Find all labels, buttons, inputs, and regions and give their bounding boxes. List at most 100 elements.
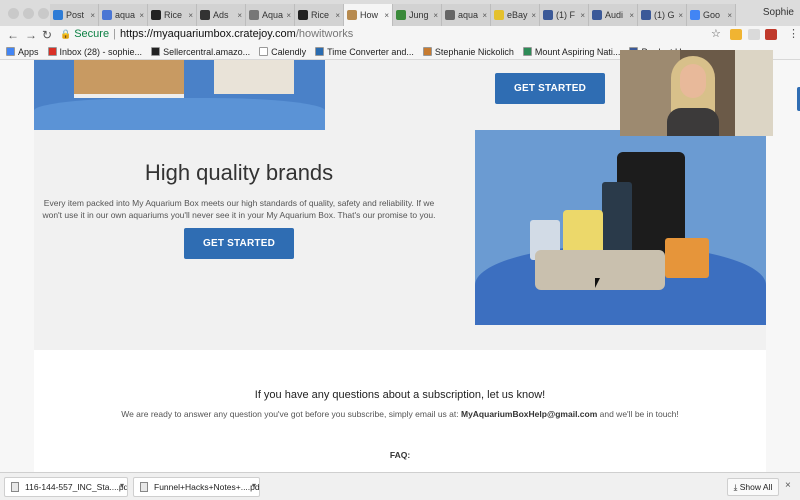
bookmark-favicon-icon — [151, 47, 161, 56]
browser-tab[interactable]: Audi × — [589, 4, 638, 26]
tab-label: Aqua — [262, 10, 284, 20]
close-downloads-icon[interactable]: × — [785, 480, 791, 491]
show-all-downloads-button[interactable]: ⤓ Show All — [727, 478, 779, 496]
browser-tab[interactable]: Rice × — [295, 4, 344, 26]
tab-label: Ads — [213, 10, 229, 20]
get-started-button[interactable]: GET STARTED — [184, 228, 294, 259]
bookmark-item[interactable]: Inbox (28) - sophie... — [47, 46, 143, 57]
favicon-icon — [249, 10, 259, 20]
reload-icon: ↻ — [41, 28, 53, 42]
tab-label: Audi — [605, 10, 624, 20]
close-tab-icon[interactable]: × — [384, 11, 389, 20]
bookmark-label: Inbox (28) - sophie... — [59, 46, 143, 57]
contact-email[interactable]: MyAquariumBoxHelp@gmail.com — [461, 409, 597, 419]
close-tab-icon[interactable]: × — [580, 11, 585, 20]
close-tab-icon[interactable]: × — [139, 11, 144, 20]
browser-tab[interactable]: Goo × — [687, 4, 736, 26]
box-packaging-image — [34, 60, 325, 130]
close-tab-icon[interactable]: × — [433, 11, 438, 20]
tab-label: aqua — [115, 10, 136, 20]
download-item[interactable]: Funnel+Hacks+Notes+....pdf ▾ — [133, 477, 260, 497]
favicon-icon — [347, 10, 357, 20]
download-item[interactable]: 116-144-557_INC_Sta....pdf ▾ — [4, 477, 128, 497]
browser-tab[interactable]: Aqua × — [246, 4, 295, 26]
close-tab-icon[interactable]: × — [237, 11, 242, 20]
close-tab-icon[interactable]: × — [482, 11, 487, 20]
close-tab-icon[interactable]: × — [678, 11, 683, 20]
downloads-bar: 116-144-557_INC_Sta....pdf ▾ Funnel+Hack… — [0, 472, 800, 500]
address-bar[interactable]: 🔒 Secure | https://myaquariumbox.cratejoy.c… — [60, 26, 710, 43]
browser-tab[interactable]: Ads × — [197, 4, 246, 26]
download-filename: Funnel+Hacks+Notes+....pdf — [154, 482, 260, 492]
browser-tab[interactable]: Jung × — [393, 4, 442, 26]
mouse-cursor-icon — [595, 278, 605, 288]
browser-menu-icon[interactable]: ⋮ — [788, 27, 799, 40]
bookmark-label: Time Converter and... — [327, 46, 414, 57]
bookmark-favicon-icon — [522, 47, 532, 56]
tab-label: Rice — [311, 10, 330, 20]
bookmark-item[interactable]: Sellercentral.amazo... — [151, 47, 250, 57]
close-tab-icon[interactable]: × — [90, 11, 95, 20]
profile-name[interactable]: Sophie — [763, 7, 794, 18]
tabs-container: Post × aqua × Rice × Ads × Aqua × Rice × How × Jung × aq… — [50, 4, 736, 26]
close-tab-icon[interactable]: × — [188, 11, 193, 20]
browser-tab[interactable]: (1) F × — [540, 4, 589, 26]
tab-label: (1) F — [556, 10, 575, 20]
favicon-icon — [53, 10, 63, 20]
bookmark-favicon-icon — [259, 47, 269, 56]
tab-label: Post — [66, 10, 85, 20]
forward-button[interactable]: → — [24, 27, 38, 43]
extension-icon[interactable] — [748, 29, 760, 40]
url-host: https://myaquariumbox.cratejoy.com — [119, 28, 296, 40]
chevron-down-icon[interactable]: ▾ — [120, 481, 124, 490]
back-arrow-icon: ← — [7, 28, 19, 42]
browser-tab[interactable]: aqua × — [442, 4, 491, 26]
bookmark-label: Stephanie Nickolich — [434, 46, 514, 57]
browser-tab[interactable]: eBay × — [491, 4, 540, 26]
favicon-icon — [298, 10, 308, 20]
tab-strip: Post × aqua × Rice × Ads × Aqua × Rice × How × Jung × aq… — [0, 0, 800, 26]
browser-tab[interactable]: How × — [344, 4, 393, 26]
back-button[interactable]: ← — [6, 27, 20, 43]
window-close-button[interactable] — [8, 8, 19, 19]
bookmark-favicon-icon — [6, 47, 15, 56]
bookmark-item[interactable]: Stephanie Nickolich — [422, 46, 514, 57]
pdf-file-icon — [11, 482, 19, 492]
close-tab-icon[interactable]: × — [629, 11, 634, 20]
bookmark-label: Mount Aspiring Nati... — [534, 46, 621, 57]
url-path: /howitworks — [295, 28, 354, 40]
favicon-icon — [151, 10, 161, 20]
favicon-icon — [641, 10, 651, 20]
section-heading: High quality brands — [144, 160, 334, 185]
extension-icon[interactable] — [730, 29, 742, 40]
bookmark-favicon-icon — [47, 47, 57, 56]
tab-label: eBay — [507, 10, 528, 20]
close-tab-icon[interactable]: × — [335, 11, 340, 20]
close-tab-icon[interactable]: × — [727, 11, 732, 20]
tab-label: How — [360, 10, 379, 20]
secure-label: Secure — [74, 28, 110, 40]
reload-button[interactable]: ↻ — [40, 27, 54, 43]
window-zoom-button[interactable] — [38, 8, 49, 19]
toolbar: ← → ↻ 🔒 Secure | https://myaquariumbox.crat… — [0, 26, 800, 44]
window-minimize-button[interactable] — [23, 8, 34, 19]
favicon-icon — [494, 10, 504, 20]
favicon-icon — [690, 10, 700, 20]
browser-tab[interactable]: Rice × — [148, 4, 197, 26]
chevron-down-icon[interactable]: ▾ — [252, 481, 256, 490]
close-tab-icon[interactable]: × — [531, 11, 536, 20]
bookmark-item[interactable]: Apps — [6, 47, 39, 57]
bookmark-item[interactable]: Calendly — [259, 47, 306, 57]
get-started-button-top[interactable]: GET STARTED — [495, 73, 605, 104]
bookmark-item[interactable]: Time Converter and... — [315, 47, 414, 57]
bookmark-item[interactable]: Mount Aspiring Nati... — [522, 46, 621, 57]
close-tab-icon[interactable]: × — [286, 11, 291, 20]
pdf-file-icon — [140, 482, 148, 492]
browser-tab[interactable]: Post × — [50, 4, 99, 26]
extension-icon[interactable] — [765, 29, 777, 40]
browser-tab[interactable]: (1) G × — [638, 4, 687, 26]
favicon-icon — [396, 10, 406, 20]
tab-label: aqua — [458, 10, 479, 20]
bookmark-star-icon[interactable]: ☆ — [711, 27, 721, 40]
browser-tab[interactable]: aqua × — [99, 4, 148, 26]
